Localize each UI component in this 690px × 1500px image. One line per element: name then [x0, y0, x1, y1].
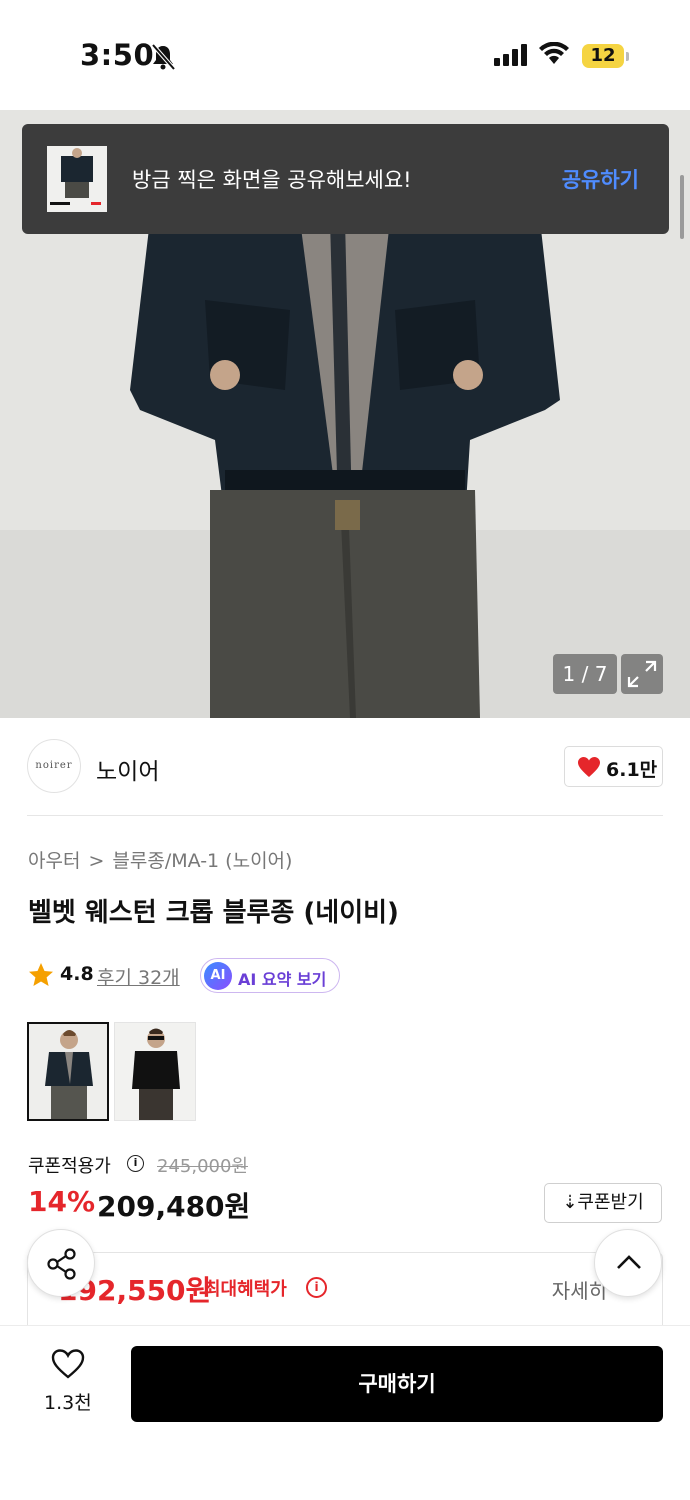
breadcrumb-item-category[interactable]: 아우터: [28, 850, 80, 872]
wifi-icon: [539, 42, 569, 64]
breadcrumb-item-subcategory[interactable]: 블루종/MA-1 (노이어): [112, 850, 292, 872]
expand-icon: [627, 660, 657, 688]
battery-cap: [626, 52, 629, 61]
image-page-counter: 1 / 7: [553, 654, 617, 694]
toast-message: 방금 찍은 화면을 공유해보세요!: [132, 168, 412, 192]
ai-summary-label: AI 요약 보기: [238, 970, 327, 989]
brand-like-button[interactable]: 6.1만: [564, 746, 663, 787]
share-toast: 방금 찍은 화면을 공유해보세요! 공유하기: [22, 124, 669, 234]
breadcrumb-separator: >: [88, 850, 105, 872]
brand-name[interactable]: 노이어: [96, 752, 159, 786]
variant-swatch-black[interactable]: [114, 1022, 196, 1121]
toast-share-button[interactable]: 공유하기: [562, 164, 639, 194]
share-icon: [47, 1248, 76, 1280]
star-icon: [29, 963, 53, 986]
bell-muted-icon: [151, 43, 176, 71]
scrollbar[interactable]: [680, 175, 684, 239]
discount-rate: 14%: [28, 1185, 96, 1218]
screenshot-preview: [47, 146, 107, 212]
variant-swatch-navy[interactable]: [27, 1022, 109, 1121]
divider: [27, 815, 663, 816]
variant-photo-navy: [29, 1024, 107, 1119]
wishlist-count: 1.3천: [44, 1392, 92, 1414]
cellular-signal-icon: [494, 44, 527, 66]
breadcrumb: 아우터 > 블루종/MA-1 (노이어): [28, 846, 292, 873]
product-title: 벨벳 웨스턴 크롭 블루종 (네이비): [28, 898, 399, 928]
screenshot-thumbnail[interactable]: [47, 146, 107, 212]
variant-photo-black: [115, 1023, 195, 1120]
ai-summary-button[interactable]: AI AI 요약 보기: [200, 958, 340, 993]
get-coupon-button[interactable]: ⇣쿠폰받기: [544, 1183, 662, 1223]
ai-icon: AI: [204, 962, 232, 990]
scroll-to-top-button[interactable]: [594, 1229, 662, 1297]
info-icon[interactable]: i: [127, 1155, 144, 1172]
original-price: 245,000원: [157, 1156, 248, 1177]
review-count-link[interactable]: 후기 32개: [97, 963, 180, 990]
brand-logo[interactable]: noirer: [27, 739, 81, 793]
heart-filled-icon: [578, 757, 600, 777]
battery-indicator: 12: [582, 44, 624, 68]
brand-like-count: 6.1만: [606, 759, 658, 781]
status-bar: 3:50 12: [0, 0, 690, 110]
share-button[interactable]: [27, 1229, 95, 1297]
coupon-price-label: 쿠폰적용가: [28, 1156, 111, 1177]
sale-price: 209,480원: [97, 1190, 251, 1223]
chevron-up-icon: [617, 1255, 641, 1269]
buy-button[interactable]: 구매하기: [131, 1346, 663, 1422]
status-time: 3:50: [80, 38, 155, 72]
max-benefit-label: 최대혜택가: [204, 1279, 287, 1300]
bottom-action-bar: 1.3천 구매하기: [0, 1325, 690, 1500]
rating-value: 4.8: [60, 963, 94, 985]
heart-outline-icon[interactable]: [50, 1348, 86, 1380]
expand-image-button[interactable]: [621, 654, 663, 694]
info-icon[interactable]: i: [306, 1277, 327, 1298]
